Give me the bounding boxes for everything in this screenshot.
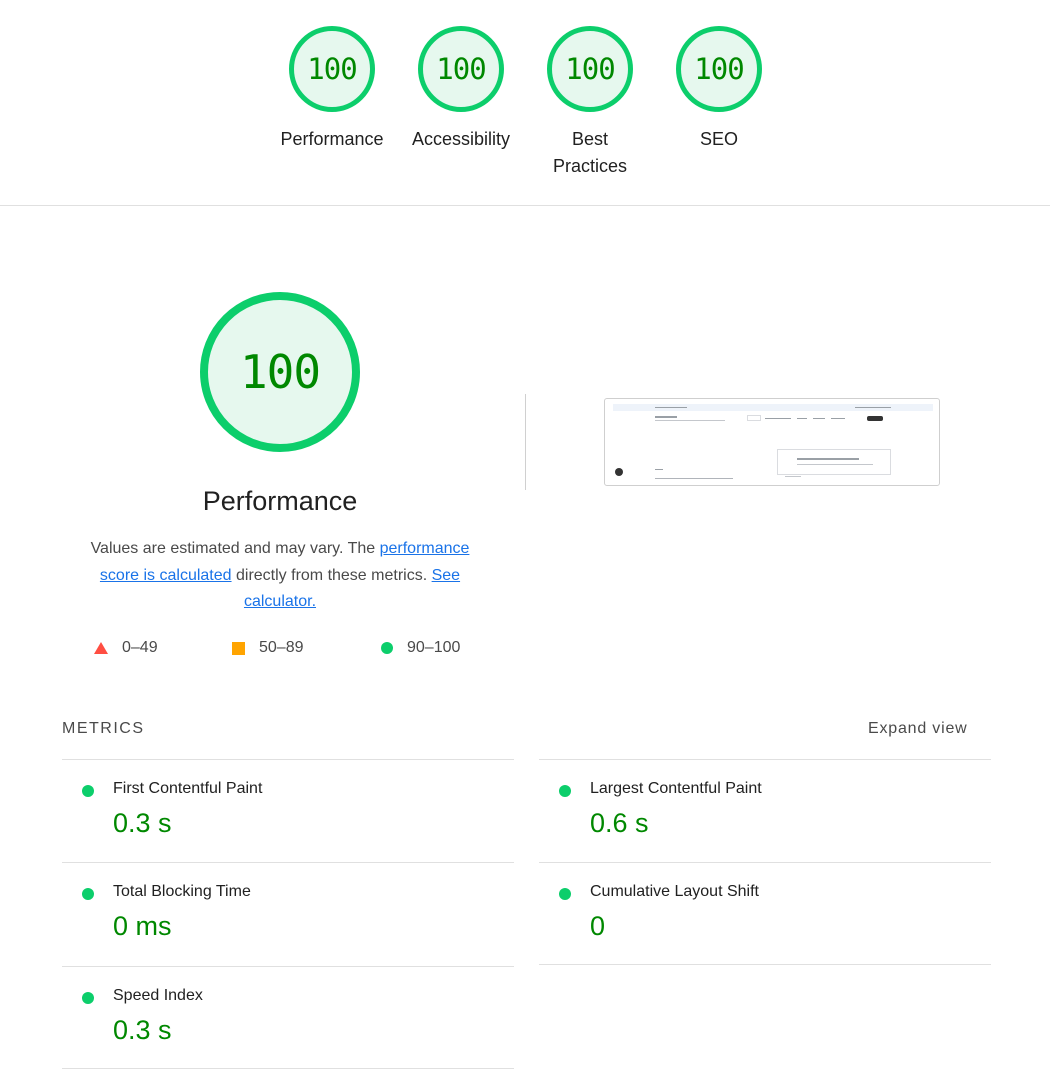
pass-circle-icon <box>82 888 94 900</box>
gauge-label: Best Practices <box>552 129 628 176</box>
metric-first-contentful-paint: First Contentful Paint 0.3 s <box>62 759 514 862</box>
thumbnail-line <box>797 418 807 419</box>
legend-range: 50–89 <box>259 639 304 656</box>
metric-value: 0.3 s <box>113 808 172 838</box>
score-value: 100 <box>436 52 486 86</box>
thumbnail-line <box>831 418 845 419</box>
score-ring: 100 <box>289 26 375 112</box>
thumbnail-line <box>797 458 859 460</box>
pass-circle-icon <box>559 785 571 797</box>
gauge-performance[interactable]: 100 Performance <box>272 26 392 153</box>
thumbnail-card <box>777 449 891 475</box>
legend-fail: 0–49 <box>94 639 158 657</box>
performance-score: 100 <box>239 345 321 399</box>
pass-circle-icon <box>559 888 571 900</box>
thumbnail-line <box>655 469 663 470</box>
metric-value: 0.3 s <box>113 1015 172 1045</box>
thumbnail-box <box>747 415 761 421</box>
gauge-seo[interactable]: 100 SEO <box>659 26 779 153</box>
thumbnail-line <box>655 420 725 421</box>
gauge-label: Performance <box>280 129 384 149</box>
performance-description: Values are estimated and may vary. The p… <box>70 536 490 616</box>
thumbnail-line <box>655 407 687 408</box>
square-icon <box>232 641 245 655</box>
metric-value: 0 <box>590 911 606 941</box>
desc-text: directly from these metrics. <box>231 566 432 584</box>
category-gauges: 100 Performance 100 Accessibility 100 Be… <box>0 0 1050 206</box>
metric-name: Speed Index <box>113 987 203 1004</box>
pass-circle-icon <box>82 785 94 797</box>
score-ring: 100 <box>676 26 762 112</box>
thumbnail-line <box>785 476 801 477</box>
metric-name: Total Blocking Time <box>113 883 251 900</box>
metrics-heading: METRICS <box>62 720 145 737</box>
thumbnail-button <box>867 416 883 421</box>
score-ring: 100 <box>418 26 504 112</box>
metric-cumulative-layout-shift: Cumulative Layout Shift 0 <box>539 862 991 965</box>
thumbnail-line <box>855 407 891 408</box>
metric-name: Cumulative Layout Shift <box>590 883 759 900</box>
legend-pass: 90–100 <box>381 639 460 657</box>
thumbnail-line <box>813 418 825 419</box>
thumbnail-line <box>797 464 873 465</box>
thumbnail-line <box>765 418 791 419</box>
gauge-accessibility[interactable]: 100 Accessibility <box>401 26 521 153</box>
metric-total-blocking-time: Total Blocking Time 0 ms <box>62 862 514 965</box>
thumbnail-avatar <box>615 468 623 476</box>
pass-circle-icon <box>82 992 94 1004</box>
performance-gauge: 100 <box>200 292 360 452</box>
score-legend: 0–49 50–89 90–100 <box>80 639 500 661</box>
legend-range: 90–100 <box>407 639 461 656</box>
gauge-best-practices[interactable]: 100 Best Practices <box>530 26 650 180</box>
metric-speed-index: Speed Index 0.3 s <box>62 966 514 1069</box>
thumbnail-line <box>655 478 733 479</box>
gauge-label: SEO <box>699 129 738 149</box>
score-ring: 100 <box>547 26 633 112</box>
metric-name: First Contentful Paint <box>113 780 263 797</box>
final-screenshot-thumbnail[interactable] <box>604 398 940 486</box>
metric-value: 0.6 s <box>590 808 649 838</box>
metric-value: 0 ms <box>113 911 172 941</box>
score-value: 100 <box>565 52 615 86</box>
metric-largest-contentful-paint: Largest Contentful Paint 0.6 s <box>539 759 991 862</box>
section-divider <box>525 394 526 490</box>
desc-text: Values are estimated and may vary. The <box>90 540 380 557</box>
expand-view-toggle[interactable]: Expand view <box>868 720 968 738</box>
legend-average: 50–89 <box>232 639 304 657</box>
thumbnail-line <box>655 416 677 418</box>
performance-title: Performance <box>202 486 358 516</box>
score-value: 100 <box>307 52 357 86</box>
legend-range: 0–49 <box>122 639 158 656</box>
score-value: 100 <box>694 52 744 86</box>
triangle-icon <box>94 642 108 654</box>
circle-icon <box>381 642 393 654</box>
gauge-label: Accessibility <box>411 129 511 149</box>
metric-name: Largest Contentful Paint <box>590 780 762 797</box>
